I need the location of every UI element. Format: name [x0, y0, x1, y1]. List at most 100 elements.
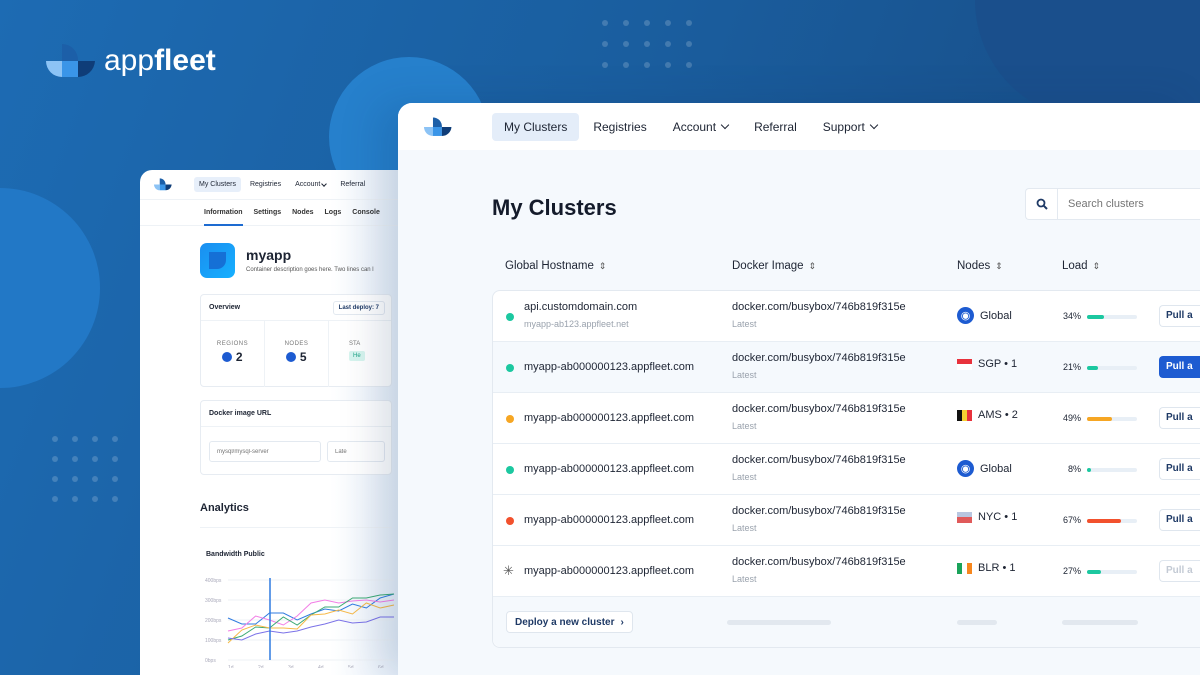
hostname[interactable]: api.customdomain.com [524, 301, 637, 313]
load-bar-fill [1087, 315, 1104, 319]
nav-account[interactable]: Account [661, 113, 740, 141]
col-label: Global Hostname [505, 260, 594, 272]
col-header-nodes[interactable]: Nodes ⇕ [957, 260, 1003, 272]
hostname[interactable]: myapp-ab000000123.appfleet.com [524, 412, 694, 424]
sort-icon: ⇕ [598, 260, 607, 271]
table-row: api.customdomain.com myapp-ab123.appfleet… [493, 291, 1200, 342]
back-navbar: My Clusters Registries Account Referral [140, 170, 398, 200]
y-tick-label: 400bps [205, 578, 222, 584]
flag-be-icon [957, 409, 972, 421]
stat-label: STA [349, 341, 361, 347]
search-input[interactable] [1058, 198, 1198, 210]
nodes-label: BLR • 1 [978, 562, 1016, 574]
image-tag: Latest [732, 370, 757, 380]
sort-icon: ⇕ [808, 260, 817, 271]
nav-support[interactable]: Support [811, 113, 889, 141]
server-icon [286, 352, 297, 362]
appfleet-logo-icon [424, 116, 452, 136]
sort-icon: ⇕ [1092, 260, 1101, 271]
skeleton-bar [727, 620, 831, 625]
series-line-orange [227, 602, 395, 644]
nav-account-label: Account [672, 119, 717, 134]
tab-information[interactable]: Information [204, 200, 243, 226]
decor-dot [686, 41, 692, 47]
decor-dot [665, 20, 671, 26]
nodes-cell: BLR • 1 [957, 562, 1015, 574]
decor-dot [92, 476, 98, 482]
x-tick-label: 1d [228, 665, 234, 668]
load-bar [1087, 570, 1137, 574]
divider [200, 527, 392, 528]
decor-dot [644, 62, 650, 68]
image-tag: Latest [732, 574, 757, 584]
nav-account[interactable]: Account [290, 177, 331, 192]
clusters-table: api.customdomain.com myapp-ab123.appfleet… [492, 290, 1200, 648]
brand-name-light: app [104, 44, 155, 77]
app-tabs: Information Settings Nodes Logs Console [140, 200, 398, 226]
deploy-new-cluster-button[interactable]: Deploy a new cluster › [506, 611, 633, 633]
decor-dots [52, 436, 118, 502]
col-header-hostname[interactable]: Global Hostname ⇕ [505, 260, 606, 272]
hostname[interactable]: myapp-ab000000123.appfleet.com [524, 361, 694, 373]
nav-my-clusters[interactable]: My Clusters [194, 177, 241, 192]
load-bar [1087, 468, 1137, 472]
hostname[interactable]: myapp-ab000000123.appfleet.com [524, 565, 694, 577]
pull-button[interactable]: Pull a [1159, 560, 1200, 582]
flag-us-icon [957, 511, 972, 523]
nav-referral[interactable]: Referral [335, 177, 370, 192]
docker-image-input[interactable] [209, 441, 321, 462]
decor-dot [623, 41, 629, 47]
pull-button[interactable]: Pull a [1159, 458, 1200, 480]
tab-settings[interactable]: Settings [254, 200, 282, 226]
decor-dot [686, 20, 692, 26]
docker-tag-input[interactable] [327, 441, 385, 462]
chevron-down-icon [321, 181, 328, 187]
overview-title: Overview [209, 304, 241, 311]
main-navbar: My Clusters Registries Account Referral … [398, 103, 1200, 150]
hostname[interactable]: myapp-ab000000123.appfleet.com [524, 463, 694, 475]
nodes-label: AMS • 2 [978, 409, 1018, 421]
globe-icon: ◉ [957, 460, 974, 477]
col-label: Docker Image [732, 260, 804, 272]
bandwidth-chart: 400bps 300bps 200bps 100bps 0bps 1d 2d 3d 4d 5d 6d [205, 578, 395, 668]
chevron-down-icon [869, 120, 879, 129]
stat-label: REGIONS [216, 341, 249, 347]
y-tick-label: 200bps [205, 618, 222, 624]
sort-icon: ⇕ [995, 260, 1003, 271]
col-header-image[interactable]: Docker Image ⇕ [732, 260, 816, 272]
app-description: Container description goes here. Two lin… [246, 267, 374, 273]
chevron-down-icon [720, 120, 730, 129]
decor-dot [665, 62, 671, 68]
stat-nodes: NODES 5 [265, 321, 329, 387]
last-deploy-button[interactable]: Last deploy: 7 [332, 301, 385, 315]
x-tick-label: 6d [378, 665, 384, 668]
nav-referral[interactable]: Referral [742, 113, 809, 141]
x-tick-label: 5d [348, 665, 354, 668]
tab-console[interactable]: Console [352, 200, 380, 226]
chevron-right-icon: › [620, 616, 624, 628]
pull-button[interactable]: Pull a [1159, 305, 1200, 327]
tab-nodes[interactable]: Nodes [292, 200, 313, 226]
col-header-load[interactable]: Load ⇕ [1062, 260, 1100, 272]
decor-dot [92, 436, 98, 442]
decor-dot [644, 41, 650, 47]
clusters-window: My Clusters Registries Account Referral … [398, 103, 1200, 675]
nav-registries[interactable]: Registries [245, 177, 286, 192]
decor-dot [665, 41, 671, 47]
nav-my-clusters[interactable]: My Clusters [492, 112, 580, 141]
pull-button[interactable]: Pull a [1159, 356, 1200, 378]
pull-button[interactable]: Pull a [1159, 509, 1200, 531]
tab-logs[interactable]: Logs [325, 200, 342, 226]
load-bar [1087, 519, 1137, 523]
skeleton-bar [957, 620, 997, 625]
load-percent: 49% [1062, 413, 1081, 423]
docker-image: docker.com/busybox/746b819f315e [732, 505, 906, 517]
hostname[interactable]: myapp-ab000000123.appfleet.com [524, 514, 694, 526]
search-icon[interactable] [1026, 189, 1058, 219]
skeleton-bar [1062, 620, 1138, 625]
docker-image: docker.com/busybox/746b819f315e [732, 403, 906, 415]
stat-status: STA He [329, 321, 365, 387]
pull-button[interactable]: Pull a [1159, 407, 1200, 429]
status-dot [506, 364, 514, 372]
nav-registries[interactable]: Registries [581, 113, 658, 141]
